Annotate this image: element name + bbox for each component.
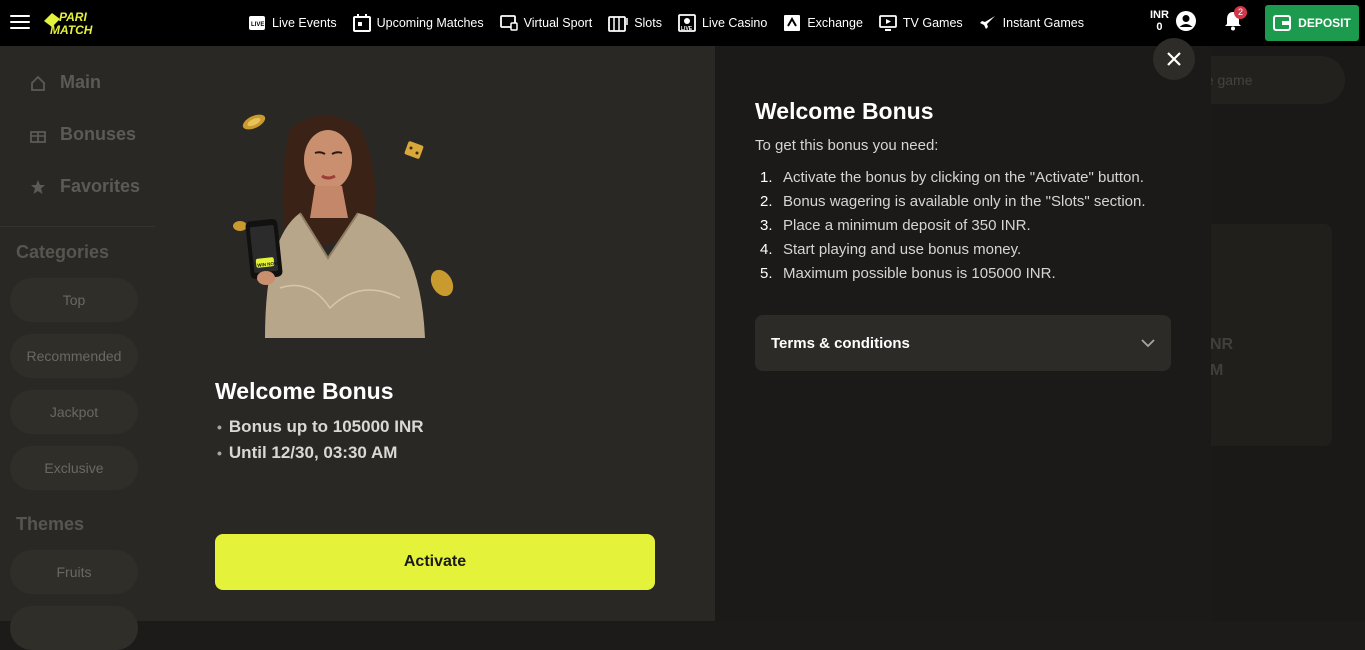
tv-icon [879, 14, 897, 31]
wallet-icon [1273, 15, 1292, 31]
themes-heading: Themes [16, 514, 85, 534]
top-bar: PARI MATCH LIVE Live Events Upcoming Mat… [0, 0, 1365, 46]
currency-label: INR [1150, 9, 1169, 21]
nav-label: TV Games [902, 16, 963, 30]
star-icon [31, 179, 45, 194]
step-text: Activate the bonus by clicking on the "A… [783, 169, 1144, 186]
svg-text:LIVE: LIVE [251, 22, 264, 28]
bonus-hero-image: WIN NOW [233, 114, 454, 338]
theme-fruits[interactable]: Fruits [10, 550, 138, 594]
exchange-icon [784, 15, 801, 31]
sidebar-item-bonuses[interactable]: Bonuses [30, 124, 136, 145]
sidebar-item-favorites[interactable]: Favorites [30, 176, 140, 197]
balance-value: 0 [1156, 21, 1163, 33]
nav-instant-games[interactable]: Instant Games [971, 0, 1092, 46]
sidebar-item-label: Favorites [60, 176, 141, 196]
bonus-expiry-text: Until 12/30, 03:30 AM [228, 443, 398, 462]
nav-label: Live Events [272, 16, 337, 30]
theme-item[interactable] [10, 606, 138, 650]
svg-text:LIVE: LIVE [681, 26, 693, 32]
nav-exchange[interactable]: Exchange [775, 0, 871, 46]
bonus-amount: • Bonus up to 105000 INR [217, 417, 424, 436]
home-icon [31, 75, 45, 91]
sidebar: Main Bonuses Favorites Categories Top Re… [0, 46, 155, 650]
bonus-amount-text: Bonus up to 105000 INR [228, 417, 424, 436]
nav-label: Instant Games [1002, 16, 1084, 30]
step-number: 4. [760, 241, 773, 258]
svg-text:PARI: PARI [59, 10, 87, 24]
nav-live-casino[interactable]: LIVE Live Casino [670, 0, 775, 46]
rocket-icon [979, 16, 995, 29]
categories-heading: Categories [16, 242, 110, 262]
nav-label: Virtual Sport [523, 16, 593, 30]
rules-step: 4. Start playing and use bonus money. [760, 241, 1021, 258]
user-icon[interactable] [1175, 10, 1197, 32]
terms-accordion[interactable]: Terms & conditions [755, 315, 1171, 371]
monitor-icon [499, 15, 518, 31]
rules-step: 3. Place a minimum deposit of 350 INR. [760, 217, 1031, 234]
step-text: Start playing and use bonus money. [783, 241, 1022, 258]
live-icon: LIVE [249, 16, 265, 30]
parimatch-logo[interactable]: PARI MATCH [44, 9, 124, 37]
step-text: Maximum possible bonus is 105000 INR. [783, 265, 1056, 282]
nav-tv-games[interactable]: TV Games [871, 0, 971, 46]
rules-step: 5. Maximum possible bonus is 105000 INR. [760, 265, 1056, 282]
chevron-down-icon [1141, 338, 1155, 347]
close-button[interactable] [1153, 38, 1195, 80]
nav-label: Live Casino [701, 16, 768, 30]
category-top[interactable]: Top [10, 278, 138, 322]
nav-label: Upcoming Matches [376, 16, 484, 30]
rules-step: 1. Activate the bonus by clicking on the … [760, 169, 1144, 186]
nav-virtual-sport[interactable]: Virtual Sport [492, 0, 601, 46]
step-number: 3. [760, 217, 773, 234]
nav-upcoming-matches[interactable]: Upcoming Matches [345, 0, 492, 46]
calendar-icon [352, 14, 371, 32]
sidebar-item-main[interactable]: Main [30, 72, 101, 93]
nav-label: Exchange [807, 16, 863, 30]
live-casino-icon: LIVE [678, 14, 696, 32]
activate-button[interactable]: Activate [215, 534, 655, 590]
close-icon [1167, 52, 1181, 66]
deposit-button[interactable]: DEPOSIT [1265, 5, 1359, 41]
menu-icon[interactable] [10, 15, 30, 29]
rules-step: 2. Bonus wagering is available only in th… [760, 193, 1146, 210]
category-recommended[interactable]: Recommended [10, 334, 138, 378]
main-nav: LIVE Live Events Upcoming Matches Virtua… [240, 0, 1092, 46]
bonus-title: Welcome Bonus [215, 378, 394, 404]
balance-block: INR 0 [1150, 9, 1169, 33]
svg-text:MATCH: MATCH [50, 23, 93, 37]
rules-title: Welcome Bonus [755, 98, 934, 124]
step-number: 2. [760, 193, 773, 210]
gift-icon [30, 130, 46, 143]
deposit-label: DEPOSIT [1298, 16, 1351, 30]
step-text: Bonus wagering is available only in the … [783, 193, 1146, 210]
step-number: 1. [760, 169, 773, 186]
terms-label: Terms & conditions [771, 334, 910, 352]
nav-live-events[interactable]: LIVE Live Events [240, 0, 345, 46]
account-balance[interactable]: INR 0 [1150, 9, 1197, 33]
nav-slots[interactable]: Slots [600, 0, 670, 46]
notification-badge: 2 [1234, 6, 1247, 19]
category-exclusive[interactable]: Exclusive [10, 446, 138, 490]
category-jackpot[interactable]: Jackpot [10, 390, 138, 434]
nav-label: Slots [634, 16, 662, 30]
sidebar-item-label: Bonuses [60, 124, 137, 144]
sidebar-item-label: Main [60, 72, 102, 92]
divider [0, 226, 155, 227]
step-text: Place a minimum deposit of 350 INR. [783, 217, 1031, 234]
bonus-expiry: • Until 12/30, 03:30 AM [217, 443, 398, 462]
slots-icon [608, 16, 628, 32]
step-number: 5. [760, 265, 773, 282]
rules-subtitle: To get this bonus you need: [755, 137, 939, 154]
